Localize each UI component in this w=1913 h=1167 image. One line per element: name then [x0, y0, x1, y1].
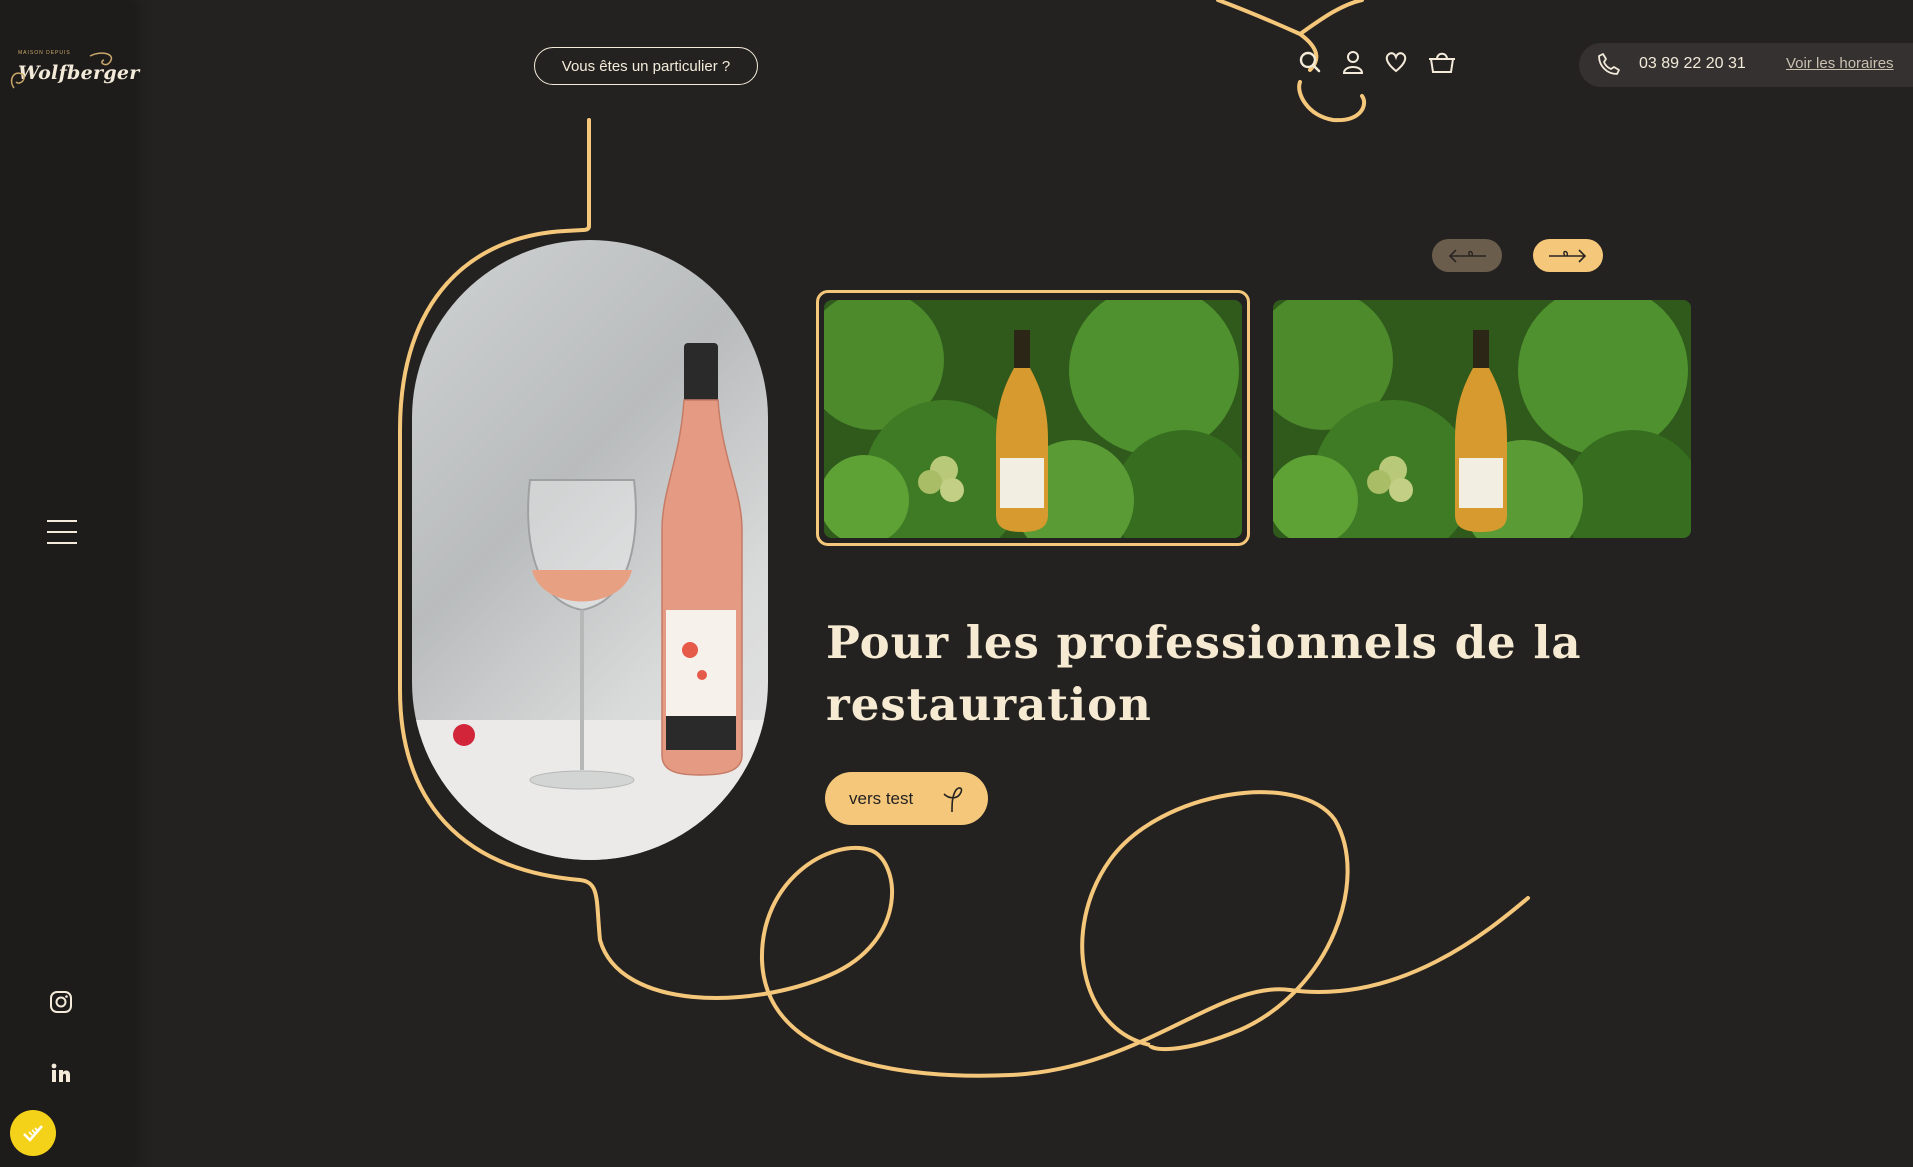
- hero-cta-button[interactable]: vers test: [825, 772, 988, 825]
- carousel-slide-2[interactable]: [1273, 300, 1691, 538]
- sidebar: MAISON DEPUIS Wolfberger: [0, 0, 139, 1167]
- basket-icon[interactable]: [1428, 48, 1456, 76]
- heart-icon[interactable]: [1382, 48, 1410, 76]
- accessibility-icon[interactable]: [10, 1110, 56, 1156]
- opening-hours-link[interactable]: Voir les horaires: [1786, 55, 1894, 72]
- arrow-left-icon: [1448, 248, 1486, 263]
- search-icon[interactable]: [1296, 48, 1324, 76]
- flourish-arrow-icon: [943, 787, 963, 813]
- phone-number[interactable]: 03 89 22 20 31: [1639, 55, 1746, 73]
- contact-bar: 03 89 22 20 31 Voir les horaires: [1579, 43, 1913, 87]
- brand-logo[interactable]: MAISON DEPUIS Wolfberger: [6, 46, 139, 102]
- audience-switch-button[interactable]: Vous êtes un particulier ?: [534, 47, 758, 85]
- linkedin-icon[interactable]: [46, 1058, 76, 1088]
- arrow-right-icon: [1549, 248, 1587, 263]
- logo-flourish-icon: [10, 52, 113, 89]
- instagram-icon[interactable]: [46, 987, 76, 1017]
- phone-icon[interactable]: [1597, 52, 1623, 78]
- decorative-gold-line: [398, 0, 1530, 1078]
- cta-label: vers test: [849, 788, 914, 808]
- user-icon[interactable]: [1339, 48, 1367, 76]
- hero-title: Pour les professionnels de la restaurati…: [826, 616, 1582, 731]
- hamburger-icon[interactable]: [47, 520, 77, 546]
- carousel-next-button[interactable]: [1533, 239, 1603, 272]
- hero-image-rose-wine: [412, 240, 768, 860]
- carousel-prev-button[interactable]: [1432, 239, 1502, 272]
- active-slide-frame: [816, 290, 1250, 546]
